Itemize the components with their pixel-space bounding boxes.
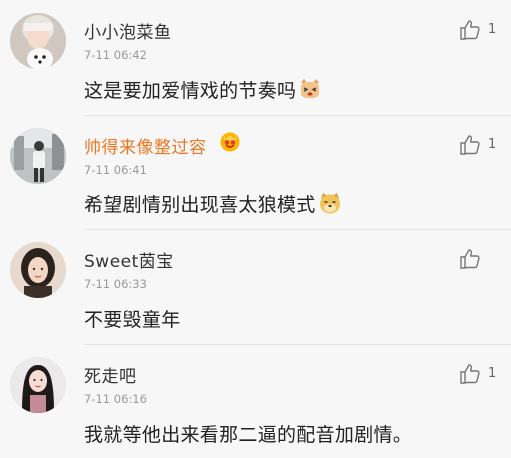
avatar-person-street-icon <box>10 128 66 184</box>
doge-face-emoji-icon <box>319 193 340 214</box>
like-button[interactable] <box>459 133 483 157</box>
like-button[interactable] <box>459 247 483 271</box>
avatar[interactable] <box>10 242 66 298</box>
avatar[interactable] <box>10 357 66 413</box>
comment-time: 7-11 06:41 <box>84 163 147 177</box>
comment-time: 7-11 06:42 <box>84 48 147 62</box>
like-count: 1 <box>488 366 497 381</box>
crown-heart-badge-icon <box>220 132 240 152</box>
thumbs-up-icon <box>460 364 480 384</box>
avatar-girl-portrait-icon <box>10 242 66 298</box>
avatar-woman-with-dog-icon <box>10 13 66 69</box>
like-count: 1 <box>488 137 497 152</box>
comment-text: 希望剧情别出现喜太狼模式 <box>84 190 342 217</box>
thumbs-up-icon <box>460 249 480 269</box>
like-button[interactable] <box>459 362 483 386</box>
comment-text-content: 我就等他出来看那二逼的配音加剧情。 <box>84 424 413 446</box>
thumbs-up-icon <box>460 135 480 155</box>
comment-text: 不要毁童年 <box>84 305 181 332</box>
comment-time: 7-11 06:33 <box>84 277 147 291</box>
comment-text-content: 这是要加爱情戏的节奏吗 <box>84 80 297 102</box>
username[interactable]: Sweet茵宝 <box>84 247 174 272</box>
divider <box>84 344 511 345</box>
avatar[interactable] <box>10 128 66 184</box>
comment-time: 7-11 06:16 <box>84 392 147 406</box>
thumbs-up-icon <box>460 20 480 40</box>
username[interactable]: 帅得来像整过容 <box>84 133 207 158</box>
like-count: 1 <box>488 22 497 37</box>
divider <box>84 115 511 116</box>
comment-text-content: 希望剧情别出现喜太狼模式 <box>84 194 316 216</box>
comment-text: 这是要加爱情戏的节奏吗 <box>84 76 322 103</box>
avatar-girl-long-hair-icon <box>10 357 66 413</box>
like-button[interactable] <box>459 18 483 42</box>
comment-text-content: 不要毁童年 <box>84 309 181 331</box>
username[interactable]: 死走吧 <box>84 362 137 387</box>
username[interactable]: 小小泡菜鱼 <box>84 18 172 43</box>
cat-face-emoji-icon <box>301 79 320 98</box>
divider <box>84 229 511 230</box>
comment-text: 我就等他出来看那二逼的配音加剧情。 <box>84 420 412 447</box>
avatar[interactable] <box>10 13 66 69</box>
